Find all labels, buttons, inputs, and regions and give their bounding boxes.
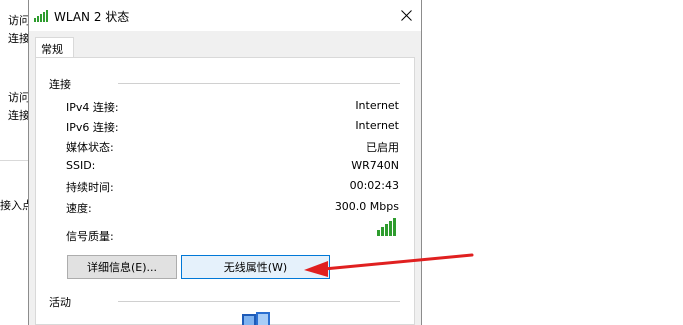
tab-general-label: 常规 [41, 43, 63, 56]
section-divider [118, 83, 400, 84]
ssid-label: SSID: [66, 159, 96, 172]
speed-value: 300.0 Mbps [334, 200, 399, 213]
duration-value: 00:02:43 [349, 179, 399, 192]
ipv4-value: Internet [355, 99, 399, 112]
ssid-value: WR740N [351, 159, 399, 172]
window-title: WLAN 2 状态 [54, 10, 130, 24]
network-activity-icon [242, 312, 270, 325]
bg-text-line: 访问 [8, 14, 30, 27]
close-button[interactable] [391, 0, 421, 31]
details-button-label: 详细信息(E)... [86, 261, 158, 274]
media-state-value: 已启用 [366, 141, 399, 154]
close-icon [400, 10, 412, 21]
tab-general[interactable]: 常规 [35, 37, 74, 59]
ipv4-label: IPv4 连接: [66, 101, 119, 114]
signal-quality-label: 信号质量: [66, 230, 114, 243]
speed-label: 速度: [66, 202, 92, 215]
section-divider [118, 301, 400, 302]
bg-text-line: 连接 [8, 109, 30, 122]
media-state-label: 媒体状态: [66, 141, 114, 154]
wireless-properties-button-label: 无线属性(W) [223, 261, 288, 274]
activity-section-label: 活动 [49, 296, 71, 309]
details-button[interactable]: 详细信息(E)... [67, 255, 177, 279]
bg-text-line: 访问 [8, 91, 30, 104]
duration-label: 持续时间: [66, 181, 114, 194]
signal-bars-icon [34, 10, 48, 22]
ipv6-label: IPv6 连接: [66, 121, 119, 134]
signal-strength-icon [377, 218, 396, 236]
bg-text-line: 连接 [8, 32, 30, 45]
tab-strip: 常规 [29, 31, 421, 59]
connection-section-label: 连接 [49, 78, 71, 91]
ipv6-value: Internet [355, 119, 399, 132]
annotation-arrow [304, 253, 474, 277]
title-bar[interactable]: WLAN 2 状态 [29, 0, 421, 31]
